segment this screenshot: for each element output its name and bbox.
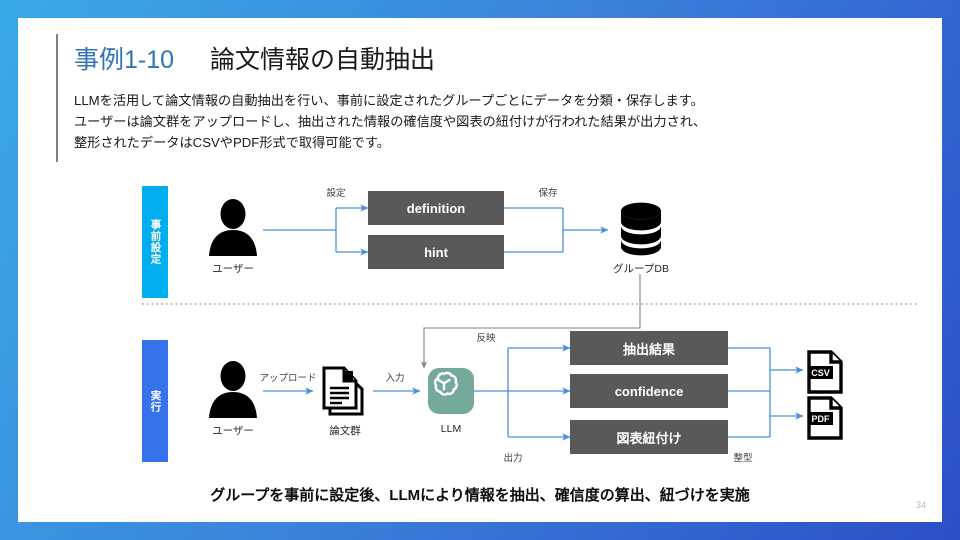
band-setup-label: 事前設定	[149, 219, 162, 265]
pdf-file-label: PDF	[812, 414, 831, 424]
label-hozon: 保存	[538, 188, 558, 199]
label-input: 入力	[385, 373, 405, 384]
diagram-stage: 事前設定 ユーザー 設定 definition hint 保存 グループDB 実…	[18, 18, 942, 522]
box-extraction-result-label: 抽出結果	[622, 341, 675, 357]
csv-file-icon[interactable]: CSV	[804, 349, 846, 395]
box-hint-label: hint	[424, 244, 448, 260]
band-run-label: 実行	[149, 389, 162, 413]
user-avatar-icon	[203, 196, 263, 258]
csv-file-label: CSV	[811, 368, 830, 378]
label-upload: アップロード	[259, 373, 317, 384]
box-figure-linking-label: 図表紐付け	[616, 430, 682, 446]
papers-caption: 論文群	[329, 425, 361, 437]
box-definition[interactable]: definition	[368, 191, 504, 225]
run-user-avatar-icon	[203, 358, 263, 420]
llm-caption: LLM	[440, 423, 462, 435]
page-number: 34	[915, 500, 926, 510]
setup-user-caption: ユーザー	[212, 263, 254, 275]
footer-note: グループを事前に設定後、LLMにより情報を抽出、確信度の算出、紐づけを実施	[210, 487, 750, 504]
label-hanei: 反映	[476, 333, 496, 344]
label-shutsuryoku: 出力	[503, 453, 523, 464]
box-hint[interactable]: hint	[368, 235, 504, 269]
db-caption: グループDB	[613, 263, 669, 275]
label-settei: 設定	[326, 188, 346, 199]
database-icon	[616, 200, 666, 256]
box-extraction-result[interactable]: 抽出結果	[570, 331, 728, 365]
box-figure-linking[interactable]: 図表紐付け	[570, 420, 728, 454]
box-confidence[interactable]: confidence	[570, 374, 728, 408]
documents-stack-icon	[318, 362, 372, 420]
openai-logo-icon	[428, 368, 474, 414]
band-run: 実行	[142, 340, 168, 462]
box-definition-label: definition	[406, 200, 466, 216]
pdf-file-icon[interactable]: PDF	[804, 395, 846, 441]
label-seikei: 整型	[733, 453, 753, 464]
run-user-caption: ユーザー	[212, 425, 254, 437]
band-setup: 事前設定	[142, 186, 168, 298]
box-confidence-label: confidence	[614, 383, 684, 399]
slide-canvas: 事例1-10 論文情報の自動抽出 LLMを活用して論文情報の自動抽出を行い、事前…	[18, 18, 942, 522]
